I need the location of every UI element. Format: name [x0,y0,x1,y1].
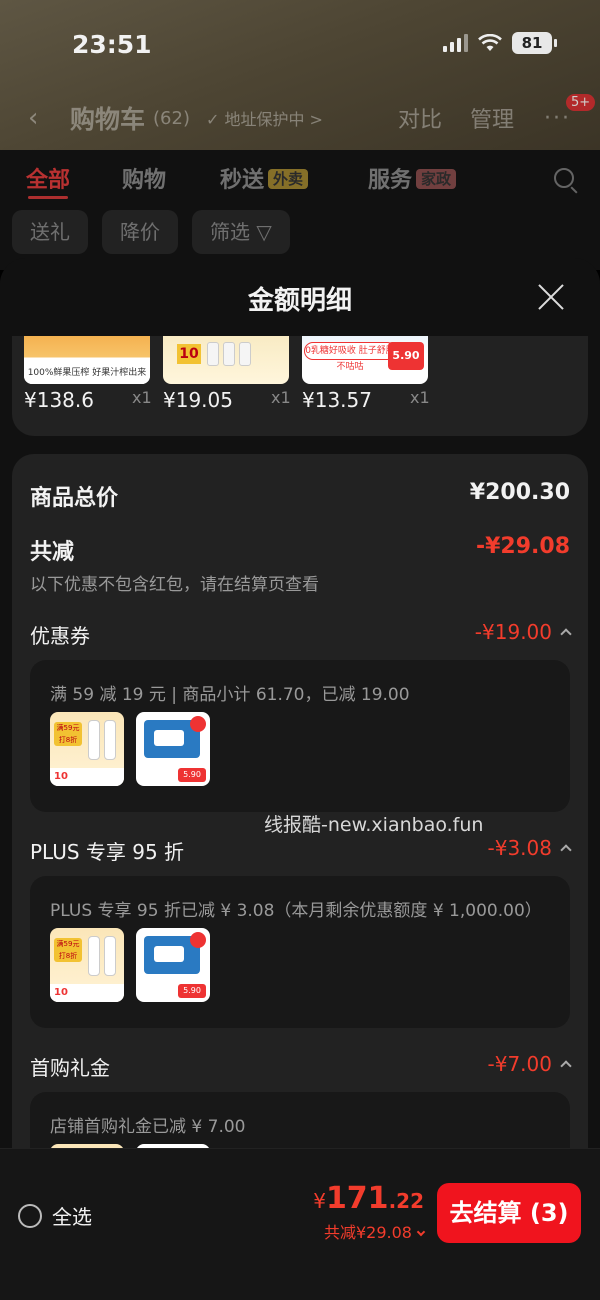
more-dots-icon[interactable]: ··· [544,106,571,131]
plus-amount: -¥3.08 [488,836,572,860]
coupon-section-header[interactable]: 优惠券 -¥19.00 [30,620,572,649]
signal-icon [443,34,468,52]
checkout-button[interactable]: 去结算 (3) [437,1183,581,1243]
sheet-header: 金额明细 [0,258,600,336]
tab-instant-tag: 外卖 [268,169,309,189]
product-qty: x1 [410,388,430,407]
first-buy-amount: -¥7.00 [488,1052,572,1076]
product-thumbnail: 满59元打8折 10 [50,712,124,786]
product-thumb-tag: 0乳糖好吸收 肚子舒服不咕咕 [304,342,396,372]
amount-detail-sheet: 100%鲜果压榨 好果汁榨出来 ¥138.6 x1 10 ¥19.05 x1 0… [0,258,600,1148]
discount-hint: 以下优惠不包含红包，请在结算页查看 [30,575,319,595]
first-buy-label: 首购礼金 [30,1056,110,1080]
first-buy-detail-card: 店铺首购礼金已减 ¥ 7.00 满59元打8折 10 5.90 [30,1092,570,1148]
select-all-label: 全选 [52,1205,92,1229]
coupon-product-thumbs: 满59元打8折 10 5.90 [50,712,210,786]
checkout-bar: 全选 ¥171.22 共减¥29.08 去结算 (3) [0,1148,600,1300]
total-price-label: 商品总价 [30,486,119,511]
radio-unchecked-icon[interactable] [18,1203,42,1228]
chevron-up-icon[interactable] [560,844,572,856]
product-thumbnail: 满59元打8折 10 [50,928,124,1002]
bottles-graphic [207,342,251,366]
status-time: 23:51 [72,30,152,59]
product-thumb-text: 100%鲜果压榨 好果汁榨出来 [24,362,150,384]
select-all-toggle[interactable]: 全选 [18,1201,92,1230]
plus-detail-text: PLUS 专享 95 折已减 ¥ 3.08（本月剩余优惠额度 ¥ 1,000.0… [50,901,542,921]
cart-count: (62) [153,107,190,129]
thumb-foot: 10 [50,984,124,1002]
filter-chips: 送礼 降价 筛选 ▽ [12,210,290,254]
product-thumb-number: 10 [177,344,201,364]
cart-title: 购物车 [70,105,146,134]
thumb-price: 5.90 [178,984,206,998]
plus-section-header[interactable]: PLUS 专享 95 折 -¥3.08 [30,836,572,865]
plus-product-thumbs: 满59元打8折 10 5.90 [50,928,210,1002]
cart-tabs: 全部 购物 秒送 外卖 服务 家政 [0,158,600,202]
coupon-label: 优惠券 [30,624,90,648]
chip-filter-label: 筛选 [210,220,250,244]
thumb-label: 满59元打8折 [54,938,82,962]
first-buy-section-header[interactable]: 首购礼金 -¥7.00 [30,1052,572,1081]
active-tab-indicator [28,196,68,199]
wifi-icon [478,34,502,51]
discount-value: -¥29.08 [475,534,570,559]
first-buy-detail-text: 店铺首购礼金已减 ¥ 7.00 [50,1117,246,1137]
plus-label: PLUS 专享 95 折 [30,840,185,864]
chip-price-drop[interactable]: 降价 [102,210,178,254]
discount-label: 共减 [30,540,75,565]
coupon-detail-card: 满 59 减 19 元 | 商品小计 61.70，已减 19.00 满59元打8… [30,660,570,812]
product-price: ¥19.05 [163,388,233,412]
notification-badge: 5+ [566,94,596,111]
thumb-label: 满59元打8折 [54,722,82,746]
tab-shopping[interactable]: 购物 [122,162,166,194]
price-integer: 171 [325,1181,389,1216]
product-price: ¥138.6 [24,388,94,412]
chevron-up-icon[interactable] [560,1060,572,1072]
tab-instant-label: 秒送 [220,168,265,193]
chip-gift[interactable]: 送礼 [12,210,88,254]
tab-all[interactable]: 全部 [26,162,70,194]
final-price: ¥171.22 [313,1181,424,1216]
total-price-value: ¥200.30 [469,480,570,505]
close-icon[interactable] [536,282,566,312]
product-qty: x1 [271,388,291,407]
thumb-price: 5.90 [178,768,206,782]
address-protect-hint[interactable]: ✓ 地址保护中 > [206,106,323,130]
search-icon[interactable] [554,168,574,188]
chip-filter[interactable]: 筛选 ▽ [192,210,290,254]
compare-button[interactable]: 对比 [398,102,442,134]
thumb-foot: 10 [50,768,124,786]
plus-detail-card: PLUS 专享 95 折已减 ¥ 3.08（本月剩余优惠额度 ¥ 1,000.0… [30,876,570,1028]
product-thumbnail: 5.90 [136,928,210,1002]
price-detail-card: 商品总价 ¥200.30 共减 -¥29.08 以下优惠不包含红包，请在结算页查… [12,454,588,1148]
chevron-up-icon[interactable] [560,628,572,640]
watermark-text: 线报酷-new.xianbao.fun [264,814,484,836]
manage-button[interactable]: 管理 [470,102,514,134]
tab-service[interactable]: 服务 家政 [368,162,457,194]
coupon-detail-text: 满 59 减 19 元 | 商品小计 61.70，已减 19.00 [50,685,410,705]
battery-icon: 81 [512,32,557,54]
coupon-amount: -¥19.00 [475,620,572,644]
status-icons: 81 [443,32,557,54]
total-saved-text: 共减¥29.08 [324,1223,412,1242]
filter-icon: ▽ [256,220,272,244]
cart-title-row: ‹ 购物车 (62) ✓ 地址保护中 > 对比 管理 ··· [28,98,588,138]
product-thumb-price: 5.90 [388,342,424,370]
back-icon[interactable]: ‹ [28,103,70,133]
total-saved[interactable]: 共减¥29.08 [324,1219,426,1243]
tab-instant[interactable]: 秒送 外卖 [220,162,309,194]
price-currency: ¥ [313,1189,326,1213]
product-thumbnail: 5.90 [136,712,210,786]
sheet-title: 金额明细 [247,286,352,316]
chevron-down-icon [416,1227,426,1237]
price-decimal: .22 [388,1189,424,1213]
tab-service-label: 服务 [368,168,413,193]
total-price-row: 商品总价 ¥200.30 [30,480,570,512]
tab-service-tag: 家政 [416,169,457,189]
product-price: ¥13.57 [302,388,372,412]
discount-row: 共减 -¥29.08 [30,534,570,566]
product-qty: x1 [132,388,152,407]
